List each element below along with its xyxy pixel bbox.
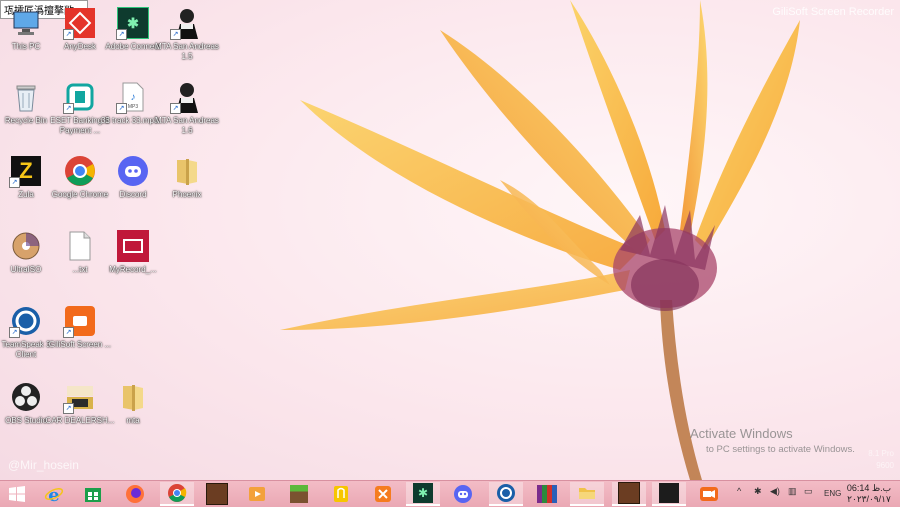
clock-date: ۲۰۲۳/۰۹/۱۷ — [847, 494, 891, 504]
windows-build: 9600 — [876, 461, 894, 470]
mta-icon: ↗ — [170, 6, 204, 40]
file-explorer-icon — [579, 488, 595, 499]
svg-text:MP3: MP3 — [128, 104, 139, 110]
gta-icon — [206, 483, 228, 505]
this-pc-icon — [9, 6, 43, 40]
adobe-connect-icon: ✱ — [413, 483, 433, 503]
volume-icon[interactable]: ◀) — [770, 486, 780, 497]
camera-icon — [700, 487, 718, 501]
taskbar-winrar[interactable] — [530, 482, 564, 506]
desktop-icon-myrecord[interactable]: MyRecord_... — [98, 225, 168, 295]
mta-icon — [659, 483, 679, 503]
adobe-connect-icon: ✱ ↗ — [116, 6, 150, 40]
shortcut-arrow-icon: ↗ — [170, 103, 181, 114]
folder-icon — [170, 154, 204, 188]
taskbar-recorder[interactable] — [692, 482, 726, 506]
eset-icon: ↗ — [63, 80, 97, 114]
windows-logo-icon — [9, 486, 25, 502]
ie-icon: e — [44, 485, 64, 504]
windows-edition: 8.1 Pro — [868, 449, 894, 458]
text-file-icon — [63, 229, 97, 263]
svg-text:e: e — [48, 485, 59, 504]
taskbar-minecraft[interactable] — [282, 482, 316, 506]
obs-icon — [9, 380, 43, 414]
desktop-icon-mta-folder[interactable]: mta — [98, 376, 168, 446]
bluetooth-icon[interactable]: ✱ — [754, 486, 762, 497]
minecraft-icon — [290, 485, 308, 503]
desktop-icon-gilisoft[interactable]: ↗ GiliSoft Screen ... — [45, 300, 115, 370]
taskbar-media-player[interactable] — [240, 482, 274, 506]
windows-version-info: 8.1 Pro 9600 — [868, 448, 894, 472]
taskbar-mta[interactable] — [652, 482, 686, 506]
taskbar-game-1[interactable] — [200, 482, 234, 506]
shortcut-arrow-icon: ↗ — [63, 403, 74, 414]
network-icon[interactable]: ▥ — [788, 486, 797, 497]
desktop-icon-phoenix[interactable]: Phoenix — [152, 150, 222, 220]
action-center-icon[interactable]: ▭ — [804, 486, 813, 497]
recorder-watermark: GiliSoft Screen Recorder — [772, 6, 894, 18]
taskbar-file-explorer[interactable] — [570, 482, 604, 506]
activate-windows-notice: Activate Windows to PC settings to activ… — [690, 426, 855, 455]
chrome-icon — [63, 154, 97, 188]
shortcut-arrow-icon: ↗ — [63, 29, 74, 40]
desktop-icon-mta-1-6[interactable]: ↗ MTA San Andreas 1.6 — [152, 76, 222, 146]
firefox-icon — [126, 485, 144, 503]
media-player-icon — [249, 487, 265, 501]
tray-chevron-icon[interactable]: ^ — [737, 486, 741, 496]
desktop-icon-mta-1-5[interactable]: ↗ MTA San Andreas 1.5 — [152, 2, 222, 72]
zula-icon: Z ↗ — [9, 154, 43, 188]
taskbar-discord[interactable] — [446, 482, 480, 506]
mta-icon: ↗ — [170, 80, 204, 114]
shortcut-arrow-icon: ↗ — [63, 327, 74, 338]
shortcut-arrow-icon: ↗ — [63, 103, 74, 114]
taskbar-teamspeak[interactable] — [489, 482, 523, 506]
folder-icon — [116, 380, 150, 414]
notes-icon — [334, 486, 348, 502]
store-icon — [85, 488, 101, 502]
start-button[interactable] — [0, 482, 34, 506]
car-dealership-icon: ↗ — [63, 380, 97, 414]
taskbar: e ✱ ^ ✱ ◀) ▥ ▭ ENG 06:14 ب.ظ ۲۰۲۳/۰۹/۱۷ — [0, 480, 900, 507]
teamspeak-icon — [497, 484, 515, 502]
user-watermark: @Mir_hosein — [8, 458, 79, 472]
chrome-icon — [168, 484, 187, 502]
clock-time: 06:14 ب.ظ — [846, 483, 892, 493]
ultraiso-icon — [9, 229, 43, 263]
gilisoft-icon: ↗ — [63, 304, 97, 338]
xampp-icon — [375, 486, 391, 502]
shortcut-arrow-icon: ↗ — [9, 177, 20, 188]
taskbar-xampp[interactable] — [366, 482, 400, 506]
taskbar-chrome[interactable] — [160, 482, 194, 506]
svg-text:♪: ♪ — [131, 92, 136, 103]
shortcut-arrow-icon: ↗ — [116, 103, 127, 114]
gta-icon — [618, 482, 640, 504]
teamspeak-icon: ↗ — [9, 304, 43, 338]
shortcut-arrow-icon: ↗ — [9, 327, 20, 338]
clock[interactable]: 06:14 ب.ظ ۲۰۲۳/۰۹/۱۷ — [844, 483, 894, 505]
shortcut-arrow-icon: ↗ — [116, 29, 127, 40]
recycle-bin-icon — [9, 80, 43, 114]
myrecord-icon — [116, 229, 150, 263]
discord-icon — [116, 154, 150, 188]
activate-subtext: to PC settings to activate Windows. — [706, 444, 855, 455]
taskbar-notes[interactable] — [324, 482, 358, 506]
desktop[interactable]: 瓨攉匠潙擅摮敞… GiliSoft Screen Recorder @Mir_h… — [0, 0, 900, 480]
shortcut-arrow-icon: ↗ — [170, 29, 181, 40]
mp3-file-icon: ♪ MP3 ↗ — [116, 80, 150, 114]
taskbar-adobe-connect[interactable]: ✱ — [406, 482, 440, 506]
taskbar-firefox[interactable] — [118, 482, 152, 506]
taskbar-game-2[interactable] — [612, 482, 646, 506]
language-indicator[interactable]: ENG — [824, 489, 841, 498]
activate-heading: Activate Windows — [690, 426, 793, 441]
winrar-icon — [537, 485, 557, 503]
discord-icon — [454, 485, 472, 503]
taskbar-store[interactable] — [76, 482, 110, 506]
anydesk-icon: ↗ — [63, 6, 97, 40]
taskbar-internet-explorer[interactable]: e — [37, 482, 71, 506]
